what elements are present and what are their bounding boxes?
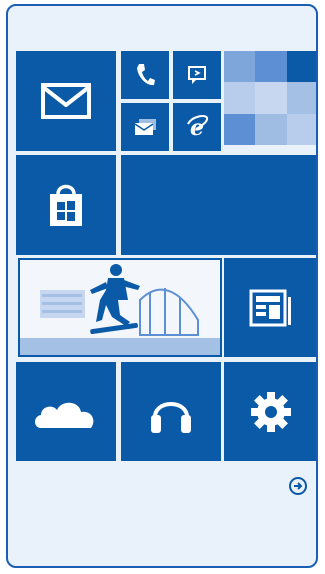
phone-icon <box>137 64 155 86</box>
mail-icon <box>41 83 91 119</box>
mosaic-cell <box>224 82 256 114</box>
onedrive-tile[interactable] <box>16 362 116 461</box>
phone-start-screen: e <box>6 4 318 568</box>
mosaic-cell <box>286 51 316 83</box>
mosaic-cell <box>286 82 316 114</box>
envelope-stack-icon <box>134 119 156 135</box>
outlook-tile[interactable] <box>121 103 169 151</box>
mosaic-cell <box>255 113 287 145</box>
mosaic-cell <box>224 113 256 145</box>
phone-tile[interactable] <box>121 51 169 99</box>
cloud-icon <box>35 402 94 428</box>
wide-blank-tile[interactable] <box>121 155 316 255</box>
headphones-icon <box>151 401 191 433</box>
news-icon <box>249 289 291 326</box>
news-tile[interactable] <box>224 258 316 357</box>
settings-tile[interactable] <box>224 362 316 461</box>
mosaic-cell <box>286 113 316 145</box>
people-mosaic-tile[interactable] <box>224 51 316 145</box>
store-tile[interactable] <box>16 155 116 255</box>
ie-icon: e <box>187 115 209 140</box>
internet-explorer-tile[interactable]: e <box>173 103 221 151</box>
mail-tile[interactable] <box>16 51 116 151</box>
arrow-right-circle-icon <box>289 477 307 495</box>
store-bag-icon <box>50 184 82 226</box>
messaging-tile[interactable] <box>173 51 221 99</box>
mosaic-cell <box>255 82 287 114</box>
mosaic-cell <box>255 51 287 83</box>
skateboarder-photo <box>20 260 220 355</box>
gear-icon <box>251 391 291 432</box>
messaging-icon <box>188 66 206 84</box>
music-tile[interactable] <box>121 362 221 461</box>
mosaic-cell <box>224 51 256 83</box>
all-apps-button[interactable] <box>288 476 308 496</box>
photos-tile[interactable] <box>18 258 222 357</box>
